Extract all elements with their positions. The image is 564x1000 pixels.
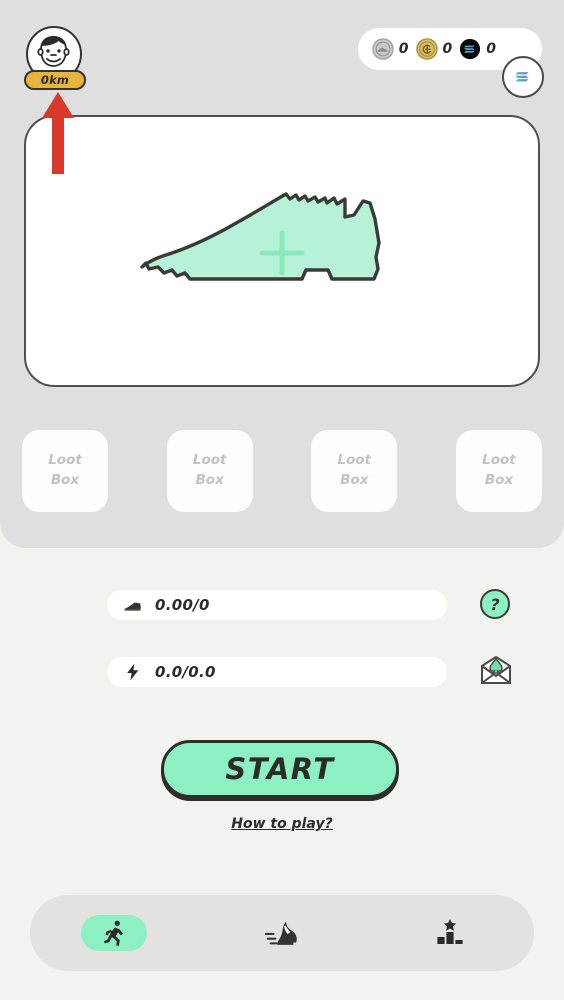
envelope-gem-icon [481,655,511,684]
loot-box-slot[interactable]: Loot Box [22,430,108,512]
wallet-button[interactable] [502,56,544,98]
sneaker-motion-icon [265,921,297,945]
currency-gold-token[interactable]: 0 [415,38,453,60]
header: 0km 0 0 0 [0,26,564,98]
loot-box-row: Loot Box Loot Box Loot Box Loot Box [22,430,542,512]
currency-solana-value: 0 [486,41,496,57]
loot-box-label-line2: Box [340,472,369,488]
lightning-bolt-icon [127,663,139,681]
energy-value: 0.0/0.0 [155,663,216,681]
loot-box-label-line1: Loot [192,452,227,469]
gold-coin-icon [415,38,438,60]
solana-logo-icon [515,72,529,82]
empty-shoe-slot[interactable] [132,181,432,321]
nav-item-leaderboard[interactable] [366,895,534,971]
durability-bar[interactable]: 0.00/0 [107,590,447,620]
nav-item-run[interactable] [30,895,198,971]
nav-pill [417,915,483,951]
running-person-icon [104,920,123,946]
distance-badge: 0km [24,70,86,90]
start-button[interactable]: START [161,740,399,798]
nav-active-pill [81,915,147,951]
nav-pill [249,915,315,951]
loot-box-label-line1: Loot [482,452,516,469]
loot-box-slot[interactable]: Loot Box [455,430,542,512]
currency-shoe-value: 0 [398,41,409,57]
loot-box-label-line1: Loot [337,452,372,469]
loot-box-label-line2: Box [195,472,224,488]
loot-box-label-line1: Loot [48,452,82,469]
currency-solana-token[interactable]: 0 [459,38,496,60]
currency-gold-value: 0 [442,41,453,57]
loot-box-slot[interactable]: Loot Box [311,430,398,512]
loot-box-label-line2: Box [50,472,80,488]
how-to-play-link[interactable]: How to play? [0,816,564,832]
shoe-slot-card[interactable] [24,115,540,387]
shoe-coin-icon [372,38,394,60]
bottom-navigation [30,895,534,971]
sneaker-icon [124,602,141,611]
nav-item-sneakers[interactable] [198,895,366,971]
solana-coin-icon [460,38,481,60]
sneaker-outline-icon [140,192,381,281]
avatar-with-distance[interactable]: 0km [24,26,86,92]
podium-star-icon [437,919,463,944]
loot-box-label-line2: Box [484,472,514,488]
help-button[interactable]: ? [480,589,510,619]
mail-button[interactable] [476,650,516,690]
energy-bar[interactable]: 0.0/0.0 [107,657,447,687]
currency-shoe-token[interactable]: 0 [372,38,409,60]
loot-box-slot[interactable]: Loot Box [166,430,253,512]
durability-value: 0.00/0 [155,596,210,614]
